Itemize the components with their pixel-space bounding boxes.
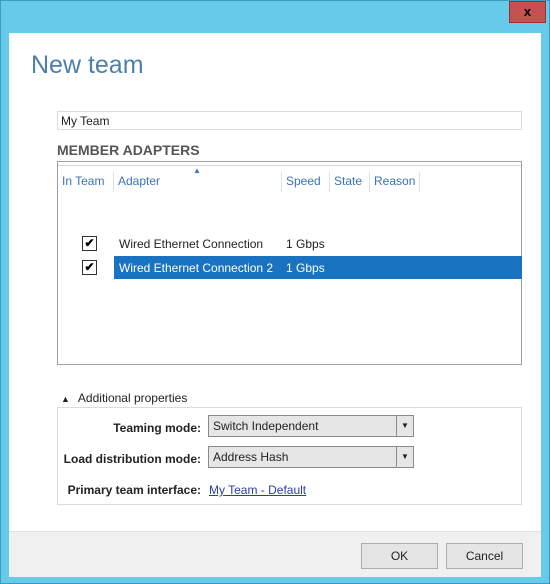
column-header-reason[interactable]: Reason bbox=[370, 172, 420, 192]
dropdown-arrow-icon[interactable]: ▼ bbox=[396, 447, 413, 467]
load-distribution-value: Address Hash bbox=[213, 450, 289, 464]
additional-properties-panel: Teaming mode: Switch Independent ▼ Load … bbox=[57, 407, 522, 505]
column-header-in-team[interactable]: In Team bbox=[58, 172, 114, 192]
additional-properties-label: Additional properties bbox=[77, 391, 188, 405]
additional-properties-toggle[interactable]: ▲ Additional properties bbox=[61, 391, 187, 405]
column-header-adapter[interactable]: Adapter bbox=[114, 172, 282, 192]
member-adapters-grid: In Team Adapter ▲ Speed State Reason ✔ W… bbox=[57, 161, 522, 365]
teaming-mode-value: Switch Independent bbox=[213, 419, 319, 433]
row-cells: Wired Ethernet Connection 1 Gbps bbox=[114, 232, 522, 255]
grid-top-band bbox=[58, 162, 521, 166]
dialog-client-area: New team MEMBER ADAPTERS In Team Adapter… bbox=[9, 33, 541, 577]
primary-team-interface-label: Primary team interface: bbox=[67, 483, 201, 497]
cancel-button[interactable]: Cancel bbox=[446, 543, 523, 569]
load-distribution-dropdown[interactable]: Address Hash ▼ bbox=[208, 446, 414, 468]
in-team-checkbox[interactable]: ✔ bbox=[82, 236, 97, 251]
adapter-name: Wired Ethernet Connection bbox=[119, 237, 264, 251]
in-team-checkbox[interactable]: ✔ bbox=[82, 260, 97, 275]
table-row-selected[interactable]: ✔ Wired Ethernet Connection 2 1 Gbps bbox=[58, 256, 522, 279]
teaming-mode-label: Teaming mode: bbox=[113, 421, 201, 435]
sort-ascending-icon: ▲ bbox=[193, 166, 201, 175]
member-adapters-heading: MEMBER ADAPTERS bbox=[57, 142, 200, 158]
close-button[interactable]: x bbox=[509, 1, 546, 23]
ok-button[interactable]: OK bbox=[361, 543, 438, 569]
chevron-up-icon: ▲ bbox=[61, 394, 70, 404]
load-distribution-label: Load distribution mode: bbox=[63, 452, 201, 466]
team-name-input[interactable] bbox=[57, 111, 522, 130]
checkmark-icon: ✔ bbox=[84, 260, 95, 274]
adapter-speed: 1 Gbps bbox=[286, 237, 325, 251]
checkmark-icon: ✔ bbox=[84, 236, 95, 250]
dropdown-arrow-icon[interactable]: ▼ bbox=[396, 416, 413, 436]
primary-team-interface-link[interactable]: My Team - Default bbox=[209, 483, 306, 497]
table-row[interactable]: ✔ Wired Ethernet Connection 1 Gbps bbox=[58, 232, 521, 255]
column-header-state[interactable]: State bbox=[330, 172, 370, 192]
close-icon: x bbox=[523, 4, 532, 19]
row-cells-selected: Wired Ethernet Connection 2 1 Gbps bbox=[114, 256, 522, 279]
dialog-title: New team bbox=[31, 51, 144, 79]
teaming-mode-dropdown[interactable]: Switch Independent ▼ bbox=[208, 415, 414, 437]
adapter-speed: 1 Gbps bbox=[286, 261, 325, 275]
column-header-speed[interactable]: Speed bbox=[282, 172, 330, 192]
dialog-window: x New team MEMBER ADAPTERS In Team Adapt… bbox=[0, 0, 550, 584]
adapter-name: Wired Ethernet Connection 2 bbox=[119, 261, 274, 275]
